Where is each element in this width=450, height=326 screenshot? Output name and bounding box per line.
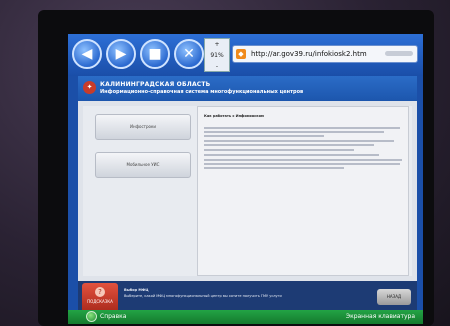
zoom-in-button[interactable]: + xyxy=(205,39,229,50)
start-orb-icon[interactable] xyxy=(86,311,97,322)
kiosk-screen: ◀ ▶ ■ ✕ + 91% - ◆ http://ar.gov39.ru/inf… xyxy=(68,34,423,324)
footer-tip: Выбор МФЦ Выберите, какой МФЦ многофункц… xyxy=(124,287,282,299)
tip-text: Выберите, какой МФЦ многофункциональный … xyxy=(124,294,282,298)
info-text-line xyxy=(204,149,354,151)
back-button[interactable]: НАЗАД xyxy=(377,289,411,305)
back-nav-button[interactable]: ◀ xyxy=(72,39,102,69)
region-logo-icon: ✦ xyxy=(83,81,96,94)
forward-nav-button[interactable]: ▶ xyxy=(106,39,136,69)
address-bar[interactable]: ◆ http://ar.gov39.ru/infokiosk2.htm xyxy=(232,45,418,63)
info-panel: Как работать с Инфокиоском xyxy=(197,106,409,276)
help-label: ПОДСКАЗКА xyxy=(87,299,113,304)
info-text-line xyxy=(204,131,384,133)
main-content: Инфостроки Мобильное УИС Как работать с … xyxy=(83,106,412,276)
home-nav-button[interactable]: ■ xyxy=(140,39,170,69)
question-icon: ? xyxy=(95,287,105,297)
region-title: КАЛИНИНГРАДСКАЯ ОБЛАСТЬ xyxy=(100,81,211,88)
page-icon: ◆ xyxy=(236,49,246,59)
zoom-level: 91% xyxy=(210,52,224,59)
status-bar: Справка Экранная клавиатура xyxy=(68,310,423,324)
square-home-icon: ■ xyxy=(148,46,162,62)
info-text-line xyxy=(204,167,344,169)
info-text-line xyxy=(204,140,394,142)
close-icon: ✕ xyxy=(183,46,195,62)
info-text-line xyxy=(204,154,379,156)
close-nav-button[interactable]: ✕ xyxy=(174,39,204,69)
info-text-line xyxy=(204,127,400,129)
zoom-control: + 91% - xyxy=(204,38,230,72)
info-text-line xyxy=(204,159,402,161)
arrow-right-icon: ▶ xyxy=(115,46,127,62)
zoom-out-button[interactable]: - xyxy=(205,61,229,72)
onscreen-keyboard-link[interactable]: Экранная клавиатура xyxy=(346,313,415,320)
browser-toolbar: ◀ ▶ ■ ✕ + 91% - ◆ http://ar.gov39.ru/inf… xyxy=(68,34,423,76)
info-text-line xyxy=(204,135,324,137)
help-link[interactable]: Справка xyxy=(100,313,126,320)
menu-button-mobile[interactable]: Мобильное УИС xyxy=(95,152,191,178)
info-text-line xyxy=(204,144,374,146)
info-title: Как работать с Инфокиоском xyxy=(204,114,264,118)
info-text-line xyxy=(204,163,400,165)
url-scrollbar[interactable] xyxy=(385,51,413,56)
system-subtitle: Информационно-справочная система многофу… xyxy=(100,89,304,95)
url-text: http://ar.gov39.ru/infokiosk2.htm xyxy=(251,50,367,58)
arrow-left-icon: ◀ xyxy=(81,46,93,62)
web-page: ✦ КАЛИНИНГРАДСКАЯ ОБЛАСТЬ Информационно-… xyxy=(78,76,417,316)
menu-button-infostroki[interactable]: Инфостроки xyxy=(95,114,191,140)
site-header: ✦ КАЛИНИНГРАДСКАЯ ОБЛАСТЬ Информационно-… xyxy=(78,76,417,101)
help-button[interactable]: ? ПОДСКАЗКА xyxy=(82,283,118,313)
